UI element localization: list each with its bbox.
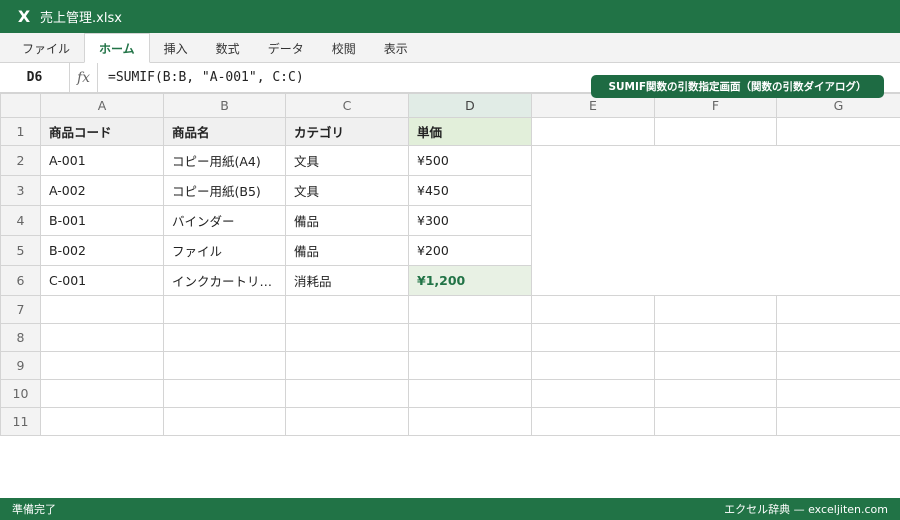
cell-a4[interactable]: B-001 — [40, 205, 164, 236]
cell-d2[interactable]: ¥500 — [408, 145, 532, 176]
cell-c1[interactable]: カテゴリ — [285, 117, 409, 146]
tab-data[interactable]: データ — [254, 34, 318, 62]
cell-d10[interactable] — [408, 379, 532, 408]
name-box[interactable]: D6 — [0, 63, 70, 92]
cell-g10[interactable] — [776, 379, 900, 408]
window-title: 売上管理.xlsx — [40, 11, 122, 26]
cell-b7[interactable] — [163, 295, 286, 324]
cell-a7[interactable] — [40, 295, 164, 324]
cell-c2[interactable]: 文具 — [285, 145, 409, 176]
empty-area — [531, 145, 900, 296]
cell-a8[interactable] — [40, 323, 164, 352]
cell-b9[interactable] — [163, 351, 286, 380]
cell-a2[interactable]: A-001 — [40, 145, 164, 176]
cell-c9[interactable] — [285, 351, 409, 380]
cell-c6[interactable]: 消耗品 — [285, 265, 409, 296]
cell-d3[interactable]: ¥450 — [408, 175, 532, 206]
row-header-8[interactable]: 8 — [0, 323, 41, 352]
cell-d1[interactable]: 単価 — [408, 117, 532, 146]
excel-logo-icon: X — [17, 7, 31, 26]
row-header-6[interactable]: 6 — [0, 265, 41, 296]
cell-f10[interactable] — [654, 379, 777, 408]
active-cell-d6[interactable]: ¥1,200 — [408, 265, 532, 296]
cell-g8[interactable] — [776, 323, 900, 352]
cell-g9[interactable] — [776, 351, 900, 380]
column-header-b[interactable]: B — [163, 93, 286, 118]
cell-c4[interactable]: 備品 — [285, 205, 409, 236]
cell-b1[interactable]: 商品名 — [163, 117, 286, 146]
dialog-caption-badge: SUMIF関数の引数指定画面（関数の引数ダイアログ） — [591, 75, 884, 98]
column-header-d[interactable]: D — [408, 93, 532, 118]
cell-c5[interactable]: 備品 — [285, 235, 409, 266]
cell-g1[interactable] — [776, 117, 900, 146]
tab-review[interactable]: 校閲 — [318, 34, 370, 62]
cell-b10[interactable] — [163, 379, 286, 408]
cell-b2[interactable]: コピー用紙(A4) — [163, 145, 286, 176]
tab-file[interactable]: ファイル — [8, 34, 84, 62]
cell-a5[interactable]: B-002 — [40, 235, 164, 266]
cell-a10[interactable] — [40, 379, 164, 408]
cell-b11[interactable] — [163, 407, 286, 436]
cell-g11[interactable] — [776, 407, 900, 436]
cell-a11[interactable] — [40, 407, 164, 436]
tab-home[interactable]: ホーム — [84, 33, 150, 63]
insert-function-icon[interactable]: fx — [70, 63, 98, 92]
cell-g7[interactable] — [776, 295, 900, 324]
cell-d5[interactable]: ¥200 — [408, 235, 532, 266]
row-header-10[interactable]: 10 — [0, 379, 41, 408]
cell-e11[interactable] — [531, 407, 655, 436]
cell-f8[interactable] — [654, 323, 777, 352]
cell-b5[interactable]: ファイル — [163, 235, 286, 266]
cell-b4[interactable]: バインダー — [163, 205, 286, 236]
formula-input[interactable]: =SUMIF(B:B, "A-001", C:C) — [108, 70, 304, 85]
cell-d8[interactable] — [408, 323, 532, 352]
cell-d7[interactable] — [408, 295, 532, 324]
row-header-3[interactable]: 3 — [0, 175, 41, 206]
cell-f7[interactable] — [654, 295, 777, 324]
row-header-2[interactable]: 2 — [0, 145, 41, 176]
cell-c10[interactable] — [285, 379, 409, 408]
cell-b8[interactable] — [163, 323, 286, 352]
cell-a3[interactable]: A-002 — [40, 175, 164, 206]
cell-c7[interactable] — [285, 295, 409, 324]
site-credit: エクセル辞典 — exceljiten.com — [724, 503, 888, 516]
cell-c8[interactable] — [285, 323, 409, 352]
cell-e8[interactable] — [531, 323, 655, 352]
cell-c11[interactable] — [285, 407, 409, 436]
spreadsheet-grid: A B C D E F G 1 商品コード 商品名 カテゴリ 単価 2 A-00… — [0, 93, 900, 436]
tab-view[interactable]: 表示 — [370, 34, 422, 62]
row-header-1[interactable]: 1 — [0, 117, 41, 146]
cell-e10[interactable] — [531, 379, 655, 408]
tab-formulas[interactable]: 数式 — [202, 34, 254, 62]
select-all-corner[interactable] — [0, 93, 41, 118]
cell-f9[interactable] — [654, 351, 777, 380]
column-header-c[interactable]: C — [285, 93, 409, 118]
cell-e7[interactable] — [531, 295, 655, 324]
cell-d4[interactable]: ¥300 — [408, 205, 532, 236]
title-bar: X 売上管理.xlsx — [0, 0, 900, 33]
row-header-5[interactable]: 5 — [0, 235, 41, 266]
cell-a1[interactable]: 商品コード — [40, 117, 164, 146]
cell-d11[interactable] — [408, 407, 532, 436]
row-header-11[interactable]: 11 — [0, 407, 41, 436]
status-bar: 準備完了 エクセル辞典 — exceljiten.com — [0, 498, 900, 520]
cell-d9[interactable] — [408, 351, 532, 380]
ribbon-tabs: ファイル ホーム 挿入 数式 データ 校閲 表示 — [0, 33, 900, 63]
cell-b3[interactable]: コピー用紙(B5) — [163, 175, 286, 206]
cell-e1[interactable] — [531, 117, 655, 146]
column-header-a[interactable]: A — [40, 93, 164, 118]
cell-a9[interactable] — [40, 351, 164, 380]
cell-f11[interactable] — [654, 407, 777, 436]
cell-b6[interactable]: インクカートリ… — [163, 265, 286, 296]
tab-insert[interactable]: 挿入 — [150, 34, 202, 62]
row-header-4[interactable]: 4 — [0, 205, 41, 236]
row-header-7[interactable]: 7 — [0, 295, 41, 324]
row-header-9[interactable]: 9 — [0, 351, 41, 380]
cell-f1[interactable] — [654, 117, 777, 146]
cell-c3[interactable]: 文具 — [285, 175, 409, 206]
cell-e9[interactable] — [531, 351, 655, 380]
cell-a6[interactable]: C-001 — [40, 265, 164, 296]
status-text: 準備完了 — [12, 503, 56, 516]
